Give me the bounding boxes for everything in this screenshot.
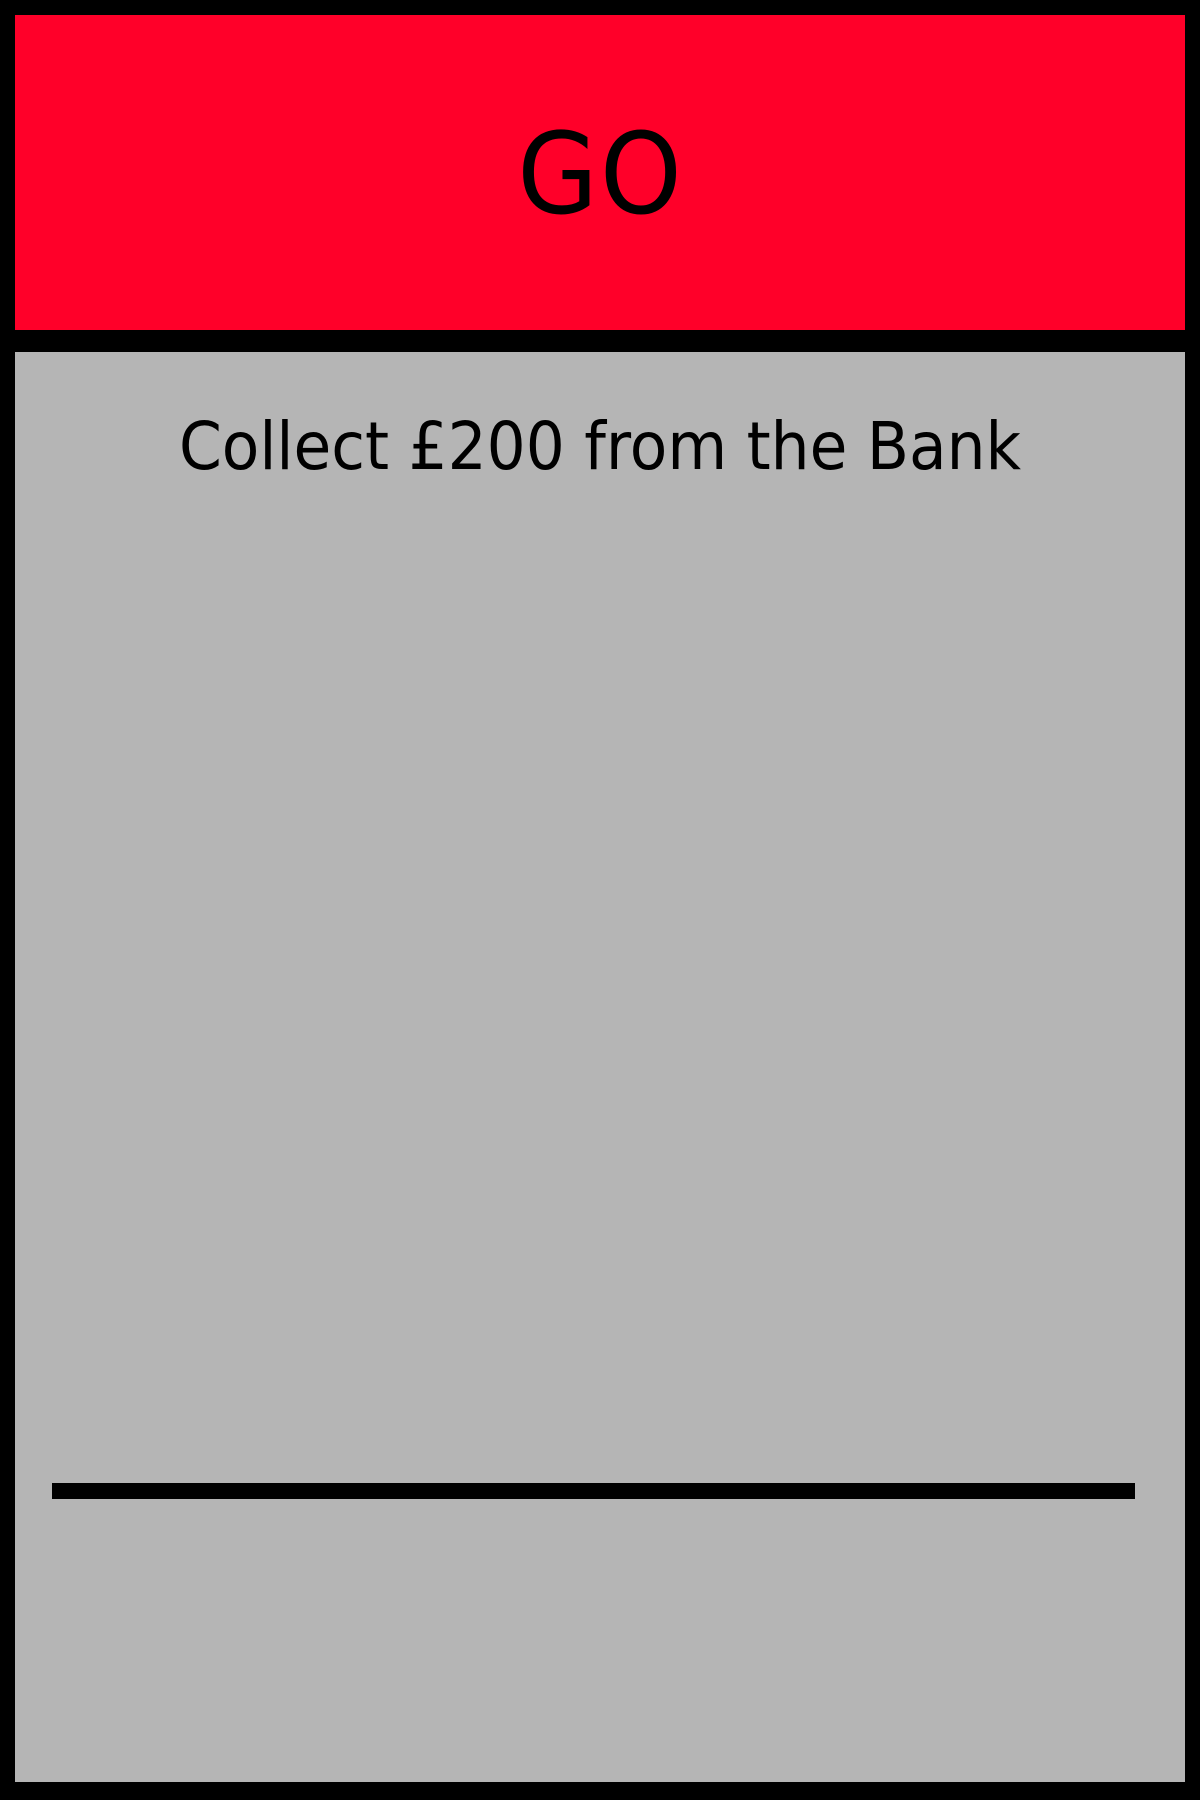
- card-header-band: GO: [15, 15, 1185, 330]
- card-instruction: Collect £200 from the Bank: [178, 408, 1022, 485]
- card-divider: [52, 1483, 1135, 1499]
- card-price-area: [15, 1532, 1185, 1732]
- property-card: GO Collect £200 from the Bank: [0, 0, 1200, 1800]
- card-title: GO: [516, 109, 684, 240]
- card-body: Collect £200 from the Bank: [15, 352, 1185, 1782]
